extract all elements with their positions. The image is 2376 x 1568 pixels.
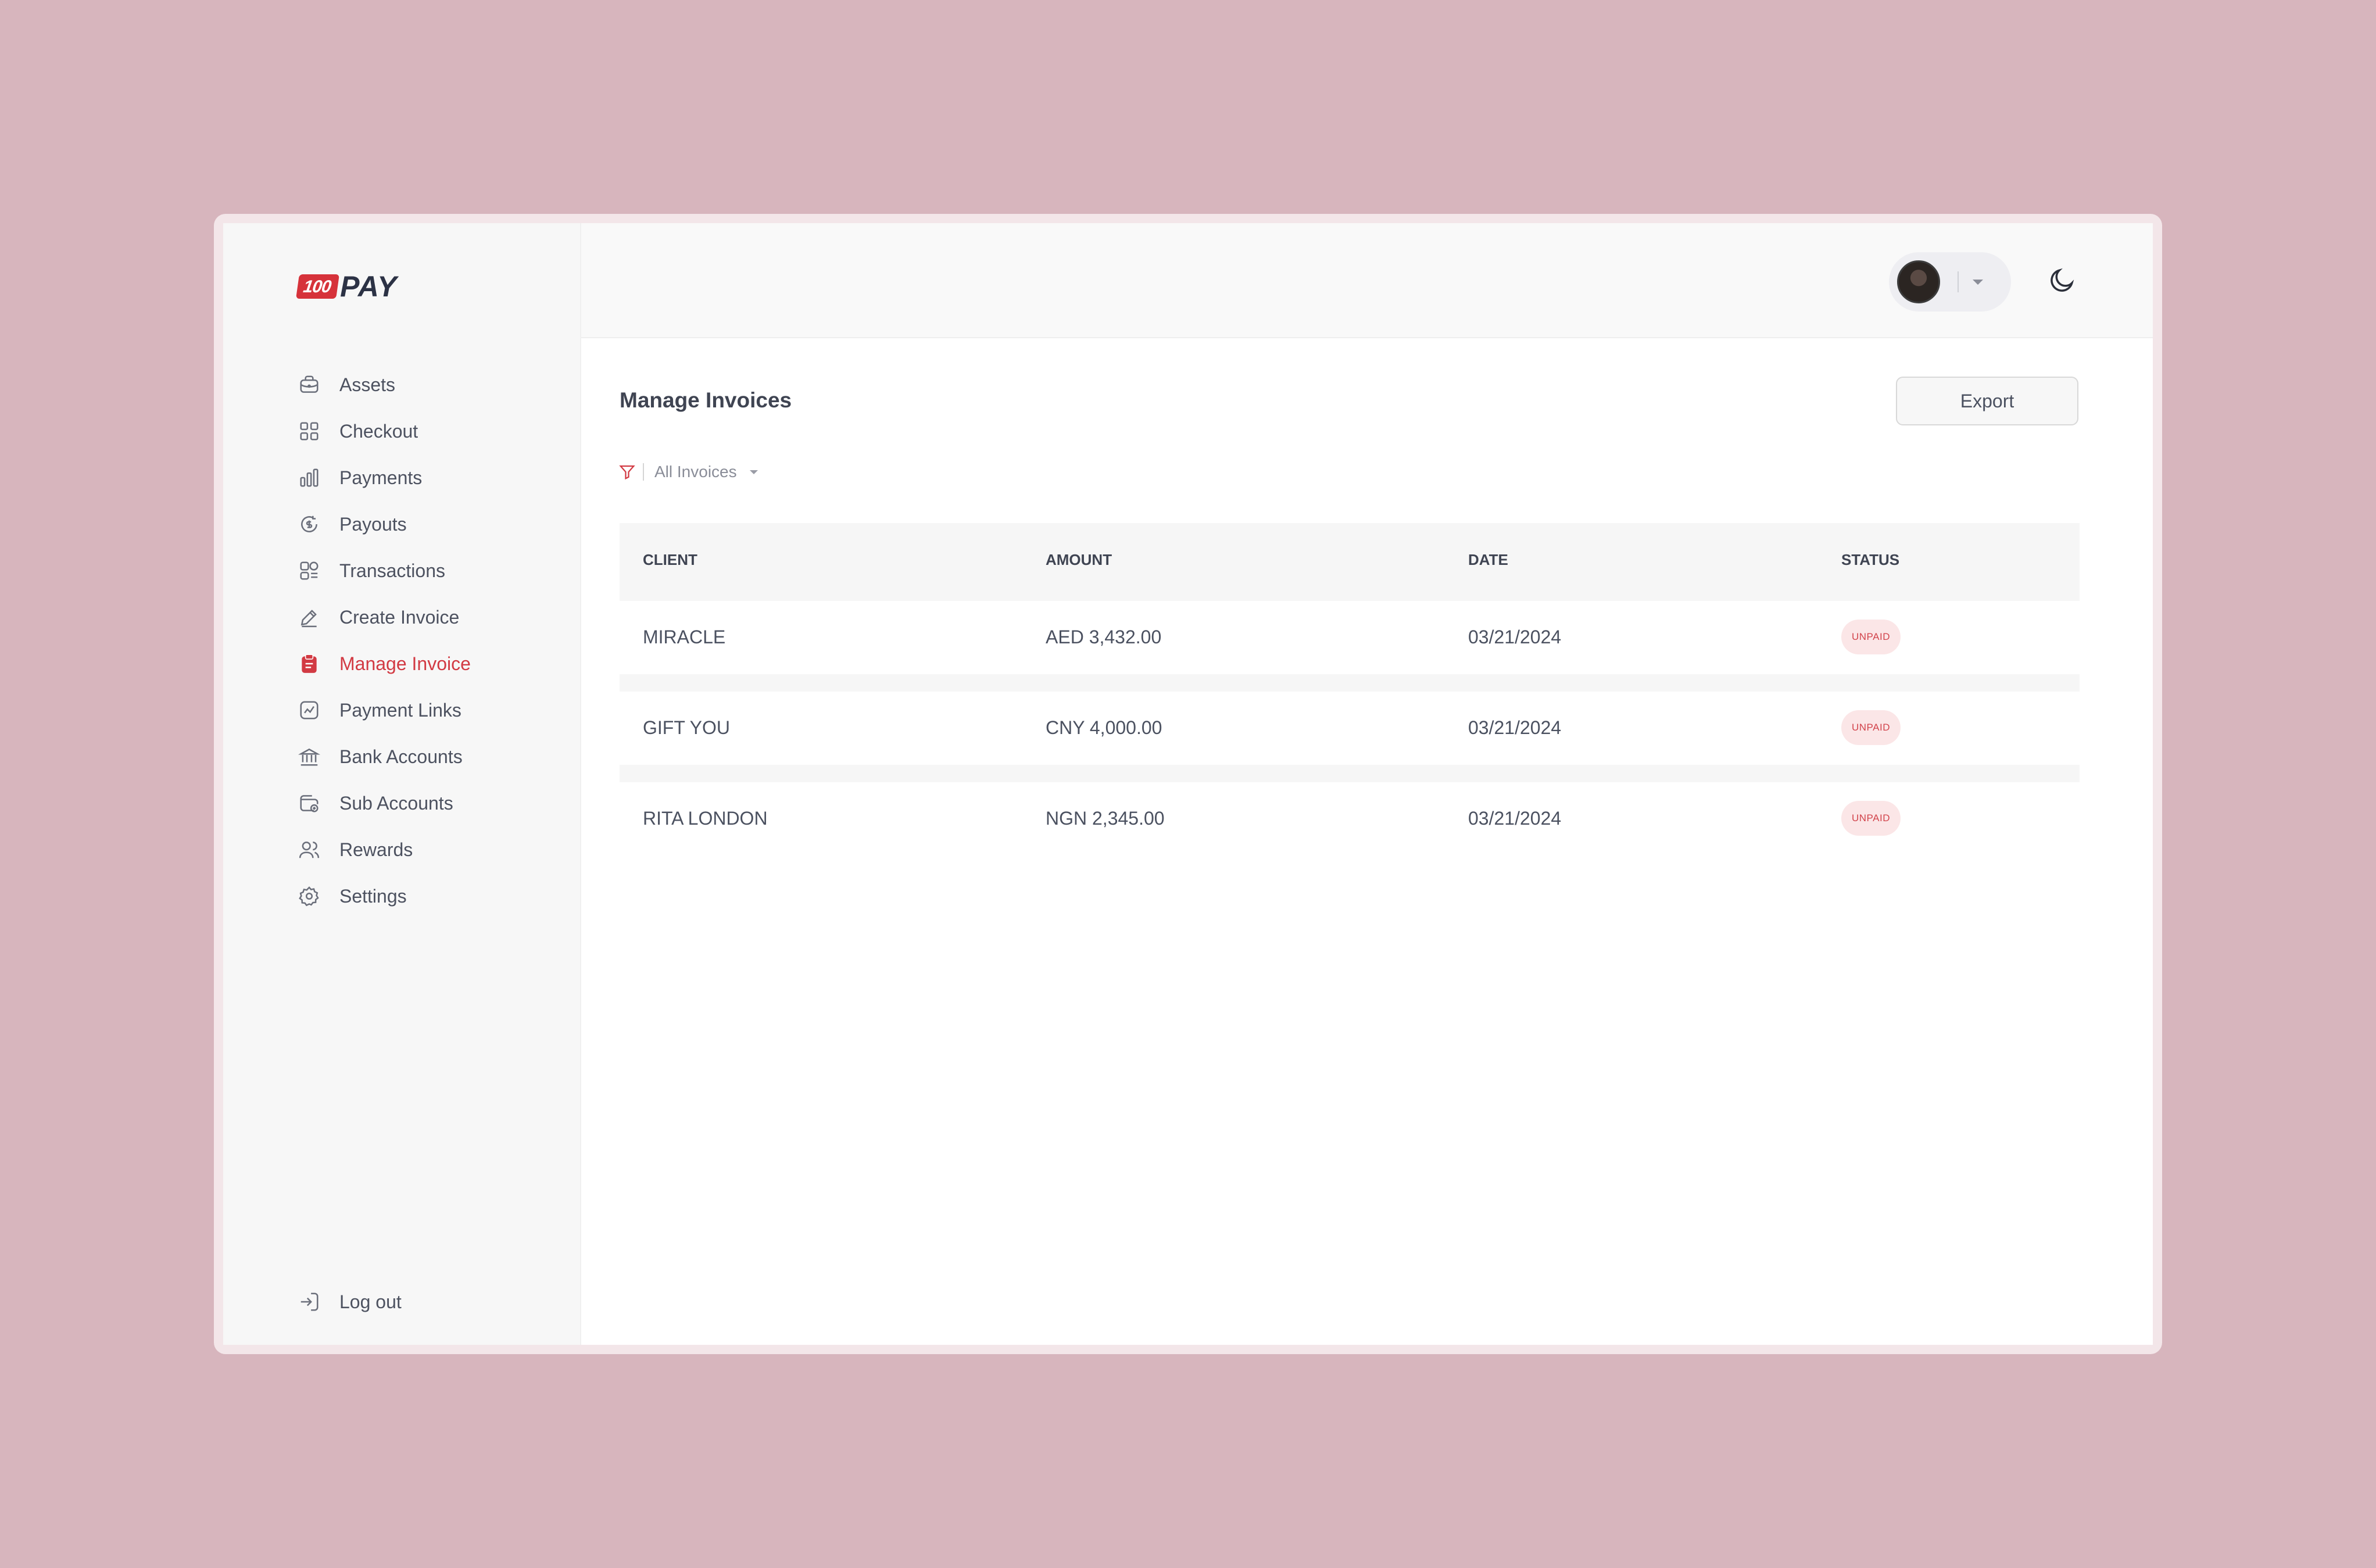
column-header-client[interactable]: CLIENT (643, 551, 697, 569)
sidebar-item-label: Payments (339, 467, 423, 488)
app-frame: 100 PAY Assets Checkout Payments Payouts… (214, 214, 2162, 1354)
clipboard-icon (298, 652, 321, 675)
sidebar-item-assets[interactable]: Assets (298, 361, 471, 408)
app-window: 100 PAY Assets Checkout Payments Payouts… (223, 223, 2153, 1345)
cell-amount: NGN 2,345.00 (1046, 808, 1165, 829)
chevron-down-icon (749, 470, 758, 474)
sidebar-item-label: Settings (339, 885, 407, 907)
cell-client: GIFT YOU (643, 717, 730, 738)
cell-date: 03/21/2024 (1468, 717, 1562, 738)
filter-label: All Invoices (654, 463, 737, 481)
row-separator (620, 765, 2080, 782)
invoice-filter-dropdown[interactable]: All Invoices (618, 463, 758, 481)
cell-amount: CNY 4,000.00 (1046, 717, 1162, 738)
sidebar-item-manage-invoice[interactable]: Manage Invoice (298, 640, 471, 687)
bank-icon (298, 745, 321, 768)
status-badge: UNPAID (1841, 620, 1901, 654)
table-row[interactable]: MIRACLE AED 3,432.00 03/21/2024 UNPAID (620, 601, 2080, 674)
sidebar-item-label: Payment Links (339, 699, 461, 721)
transactions-icon (298, 559, 321, 582)
sidebar-item-payments[interactable]: Payments (298, 454, 471, 501)
sidebar-item-rewards[interactable]: Rewards (298, 826, 471, 873)
users-icon (298, 838, 321, 861)
sidebar-item-checkout[interactable]: Checkout (298, 408, 471, 454)
sidebar-item-label: Create Invoice (339, 606, 460, 628)
pencil-icon (298, 606, 321, 629)
theme-toggle-button[interactable] (2046, 264, 2078, 296)
sidebar-item-label: Transactions (339, 560, 445, 581)
filter-icon (619, 465, 635, 480)
sidebar-item-label: Payouts (339, 513, 407, 535)
sidebar-item-payment-links[interactable]: Payment Links (298, 687, 471, 733)
column-header-date[interactable]: DATE (1468, 551, 1508, 569)
table-row[interactable]: GIFT YOU CNY 4,000.00 03/21/2024 UNPAID (620, 692, 2080, 765)
briefcase-icon (298, 373, 321, 396)
sidebar-item-label: Checkout (339, 420, 418, 442)
sidebar-item-payouts[interactable]: Payouts (298, 501, 471, 547)
sidebar-item-label: Manage Invoice (339, 653, 471, 674)
row-separator (620, 674, 2080, 692)
wallet-icon (298, 792, 321, 815)
cell-client: MIRACLE (643, 627, 726, 647)
trend-chart-icon (298, 699, 321, 722)
user-menu[interactable] (1889, 252, 2011, 312)
sidebar-item-sub-accounts[interactable]: Sub Accounts (298, 780, 471, 826)
logout-label: Log out (339, 1291, 402, 1312)
cell-date: 03/21/2024 (1468, 627, 1562, 647)
coin-refresh-icon (298, 513, 321, 536)
sidebar-item-label: Sub Accounts (339, 792, 453, 814)
sidebar-item-label: Rewards (339, 839, 413, 860)
column-header-amount[interactable]: AMOUNT (1046, 551, 1112, 569)
chevron-down-icon (1973, 279, 1983, 285)
divider (643, 463, 644, 481)
top-bar (581, 223, 2153, 338)
main-content: Manage Invoices Export All Invoices CLIE… (581, 223, 2153, 1345)
logout-button[interactable]: Log out (298, 1279, 402, 1325)
logo-badge: 100 (296, 274, 340, 299)
sidebar-item-transactions[interactable]: Transactions (298, 547, 471, 594)
logo-wordmark: PAY (340, 270, 398, 303)
sidebar-item-settings[interactable]: Settings (298, 873, 471, 919)
sidebar: 100 PAY Assets Checkout Payments Payouts… (223, 223, 581, 1345)
avatar (1897, 260, 1940, 303)
sidebar-item-label: Bank Accounts (339, 746, 463, 767)
table-row[interactable]: RITA LONDON NGN 2,345.00 03/21/2024 UNPA… (620, 782, 2080, 855)
table-header: CLIENT AMOUNT DATE STATUS (620, 523, 2080, 601)
sidebar-nav: Assets Checkout Payments Payouts Transac… (298, 361, 471, 919)
status-badge: UNPAID (1841, 801, 1901, 836)
cell-amount: AED 3,432.00 (1046, 627, 1162, 647)
column-header-status[interactable]: STATUS (1841, 551, 1899, 569)
sidebar-item-label: Assets (339, 374, 396, 395)
sidebar-item-bank-accounts[interactable]: Bank Accounts (298, 733, 471, 780)
sidebar-item-create-invoice[interactable]: Create Invoice (298, 594, 471, 640)
cell-date: 03/21/2024 (1468, 808, 1562, 829)
status-badge: UNPAID (1841, 710, 1901, 745)
bar-chart-icon (298, 466, 321, 489)
logout-icon (298, 1290, 321, 1313)
moon-icon (2051, 268, 2074, 292)
page-title: Manage Invoices (620, 388, 792, 412)
cell-client: RITA LONDON (643, 808, 768, 829)
gear-icon (298, 885, 321, 908)
grid-icon (298, 420, 321, 443)
brand-logo[interactable]: 100 PAY (296, 270, 398, 303)
divider (1958, 271, 1959, 292)
invoices-table: CLIENT AMOUNT DATE STATUS MIRACLE AED 3,… (620, 523, 2080, 855)
export-button[interactable]: Export (1896, 377, 2078, 425)
